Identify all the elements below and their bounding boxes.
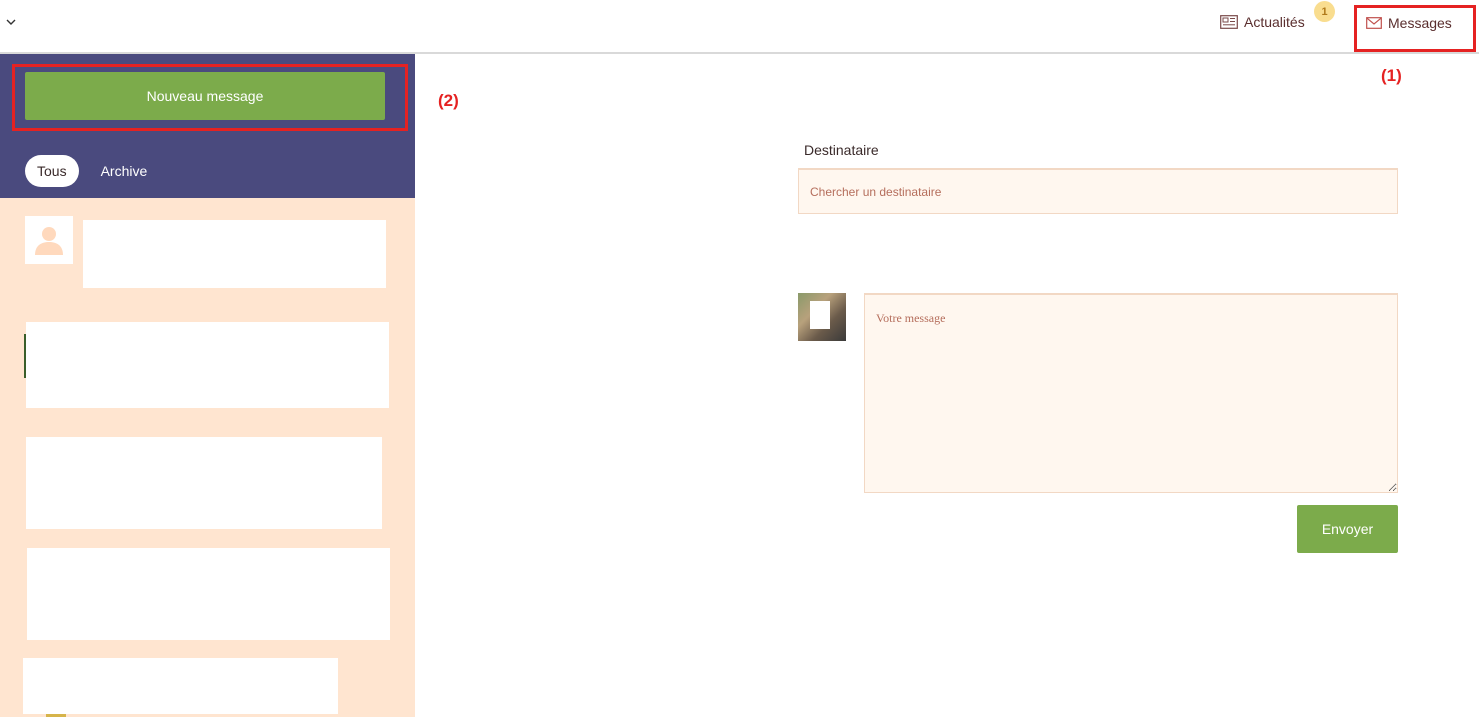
recipient-search-input[interactable] [798,168,1398,214]
annotation-1: (1) [1381,66,1402,85]
notification-badge: 1 [1314,1,1335,22]
user-silhouette-icon [35,227,63,255]
chevron-down-icon[interactable] [4,14,18,28]
nav-actualites-label: Actualités [1244,14,1305,30]
sidebar-header: Nouveau message Tous Archive [0,54,415,198]
nav-actualites[interactable]: Actualités [1220,14,1305,30]
list-item[interactable] [26,437,382,529]
top-bar: Actualités 1 Messages [0,0,1479,54]
list-item[interactable] [23,658,338,714]
list-item[interactable] [27,548,390,640]
highlight-box-2 [12,64,408,131]
tab-tous[interactable]: Tous [25,155,79,187]
newspaper-icon [1220,15,1238,29]
message-textarea[interactable] [864,293,1398,493]
avatar [25,216,73,264]
avatar-redaction [810,301,830,329]
recipient-label: Destinataire [804,142,879,158]
avatar [798,293,846,341]
send-button[interactable]: Envoyer [1297,505,1398,553]
conversation-tabs: Tous Archive [25,155,159,187]
list-item[interactable] [83,220,386,288]
highlight-box-1 [1354,5,1476,52]
conversation-sidebar: Nouveau message Tous Archive [0,54,415,717]
list-item[interactable] [26,322,389,408]
annotation-2: (2) [438,91,459,110]
tab-archive[interactable]: Archive [89,155,160,187]
